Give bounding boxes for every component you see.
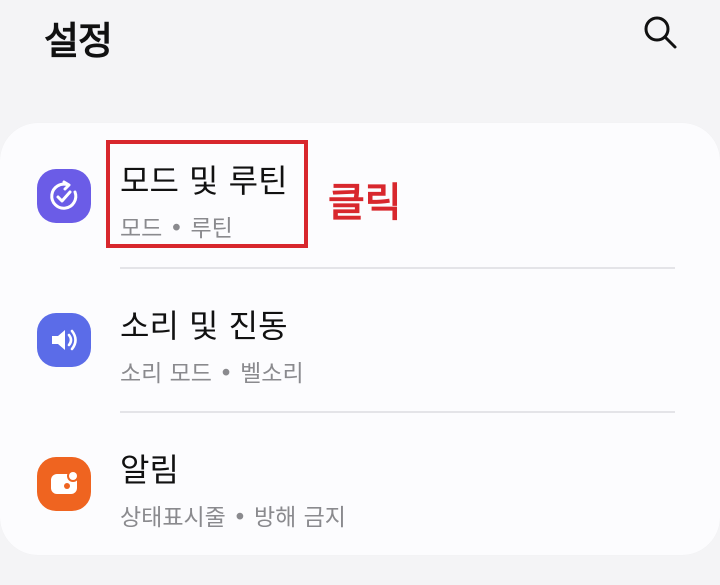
settings-item-sound-vibration[interactable]: 소리 및 진동 소리 모드 • 벨소리 [0, 268, 720, 412]
page-title: 설정 [44, 19, 113, 63]
highlight-box [106, 140, 308, 248]
settings-item-subtitle: 소리 모드 • 벨소리 [120, 361, 304, 387]
settings-item-subtitle: 상태표시줄 • 방해 금지 [120, 505, 346, 531]
settings-item-title: 소리 및 진동 [120, 307, 288, 345]
settings-item-title: 알림 [120, 451, 179, 489]
search-icon [644, 16, 677, 49]
modes-routines-icon [37, 169, 91, 223]
notification-icon [37, 457, 91, 511]
click-annotation: 클릭 [328, 180, 402, 226]
settings-item-notifications[interactable]: 알림 상태표시줄 • 방해 금지 [0, 412, 720, 556]
speaker-icon [37, 313, 91, 367]
search-button[interactable] [638, 10, 682, 54]
